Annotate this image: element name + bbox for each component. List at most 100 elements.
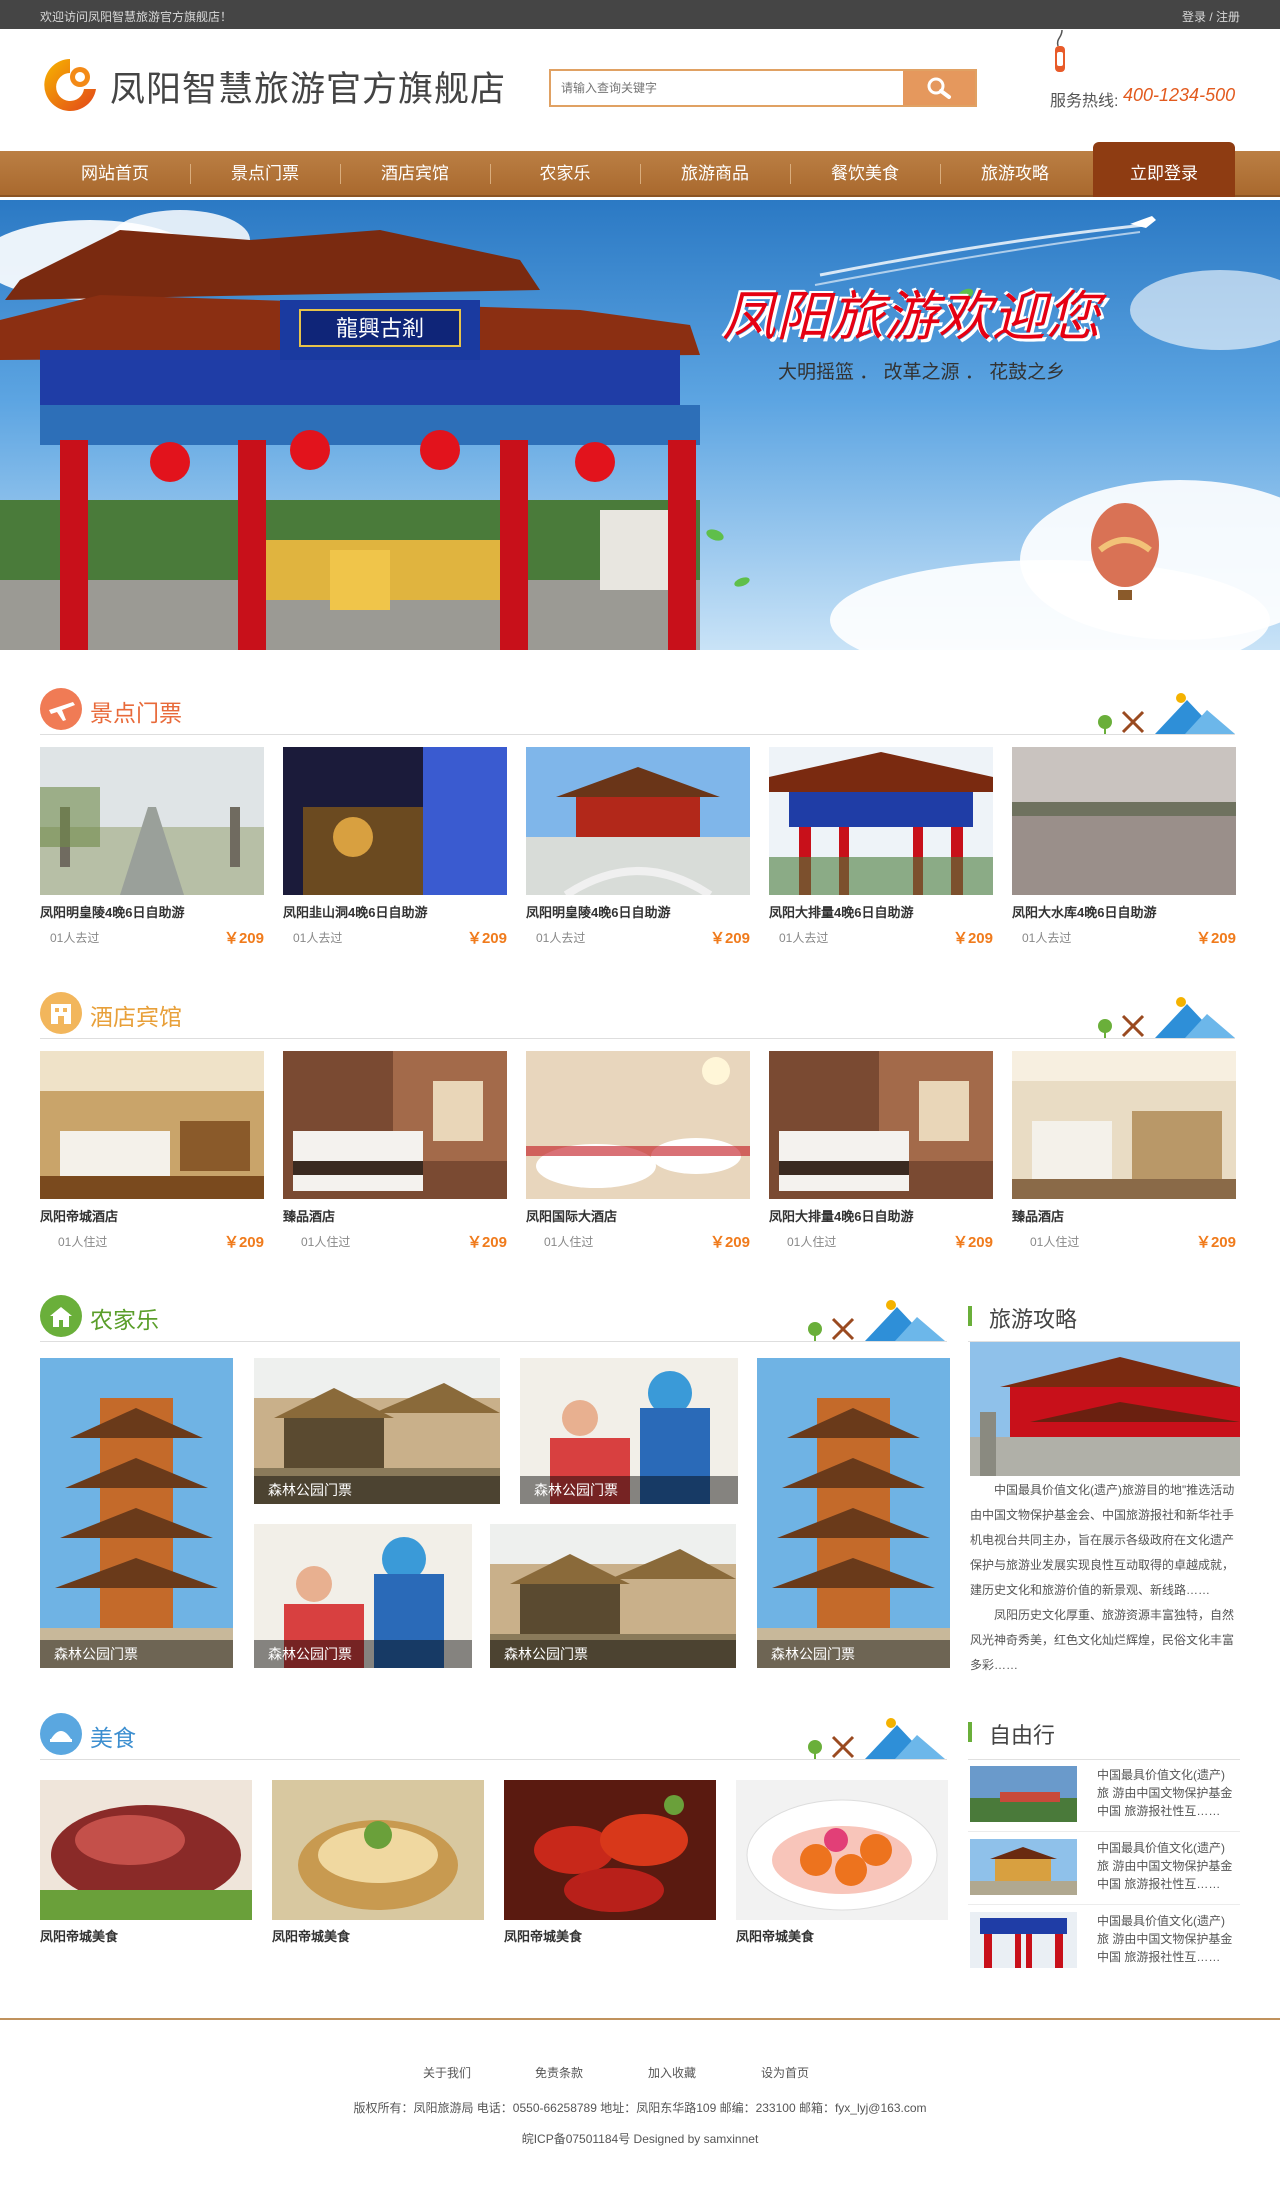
spot-card[interactable]: 凤阳明皇陵4晚6日自助游 01人去过 ￥209 xyxy=(526,747,750,957)
hotel-price: ￥209 xyxy=(709,1234,750,1251)
hotel-card[interactable]: 凤阳帝城酒店 01人住过 ￥209 xyxy=(40,1051,264,1261)
farm-tile[interactable]: 森林公园门票 xyxy=(254,1358,500,1504)
farm-tile[interactable]: 森林公园门票 xyxy=(490,1524,736,1668)
spot-card[interactable]: 凤阳韭山洞4晚6日自助游 01人去过 ￥209 xyxy=(283,747,507,957)
footer-copyright: 版权所有：凤阳旅游局 电话：0550-66258789 地址：凤阳东华路109 … xyxy=(353,2101,927,2115)
hotel-price: ￥209 xyxy=(223,1234,264,1251)
welcome-text: 欢迎访问凤阳智慧旅游官方旗舰店！ xyxy=(40,10,233,24)
food-card[interactable]: 凤阳帝城美食 xyxy=(40,1780,252,1950)
sidebar-accent-bar xyxy=(968,1722,972,1742)
login-now-button[interactable]: 立即登录 xyxy=(1093,142,1235,197)
section-title-text: 农家乐 xyxy=(90,1307,159,1333)
guide-paragraph: 凤阳历史文化厚重、旅游资源丰富独特，自然风光神奇秀美，红色文化灿烂辉煌，民俗文化… xyxy=(970,1608,1235,1672)
footer-link-homepage[interactable]: 设为首页 xyxy=(761,2064,809,2081)
footer-link-disclaimer[interactable]: 免责条款 xyxy=(535,2064,583,2081)
hotel-thumbnail xyxy=(526,1051,750,1199)
spot-card[interactable]: 凤阳大排量4晚6日自助游 01人去过 ￥209 xyxy=(769,747,993,957)
guide-temple-image[interactable] xyxy=(970,1342,1240,1476)
banner-title: 凤阳旅游欢迎您 xyxy=(722,285,1100,348)
nav-farm[interactable]: 农家乐 xyxy=(490,151,640,197)
farm-tile[interactable]: 森林公园门票 xyxy=(40,1358,233,1668)
hotel-card[interactable]: 臻品酒店 01人住过 ￥209 xyxy=(1012,1051,1236,1261)
hotline-label: 服务热线: xyxy=(1050,93,1119,110)
hotel-thumbnail xyxy=(769,1051,993,1199)
scenery-decoration-icon xyxy=(1098,693,1235,734)
farm-caption: 森林公园门票 xyxy=(520,1476,738,1504)
spot-thumbnail xyxy=(40,747,264,895)
free-travel-title: 自由行 xyxy=(989,1723,1056,1748)
hotel-name: 凤阳帝城酒店 xyxy=(40,1209,119,1224)
spot-visited-count: 01人去过 xyxy=(779,931,829,945)
food-card[interactable]: 凤阳帝城美食 xyxy=(504,1780,716,1950)
free-travel-item[interactable]: 中国最具价值文化(遗产) 旅 游由中国文物保护基金 中国 旅游报社性互…… xyxy=(968,1835,1240,1895)
hotline: 服务热线: 400-1234-500 xyxy=(1050,30,1250,120)
food-thumbnail xyxy=(40,1780,252,1920)
nav-tickets[interactable]: 景点门票 xyxy=(190,151,340,197)
gate-plaque-text: 龍興古剎 xyxy=(336,317,424,342)
farm-caption: 森林公园门票 xyxy=(490,1640,736,1668)
food-card[interactable]: 凤阳帝城美食 xyxy=(272,1780,484,1950)
hotel-card[interactable]: 凤阳国际大酒店 01人住过 ￥209 xyxy=(526,1051,750,1261)
nav-home[interactable]: 网站首页 xyxy=(40,151,190,197)
farm-tile[interactable]: 森林公园门票 xyxy=(254,1524,472,1668)
spot-price: ￥209 xyxy=(223,930,264,947)
sidebar-divider xyxy=(968,1759,1240,1760)
search-input[interactable] xyxy=(551,71,903,105)
spot-name: 凤阳明皇陵4晚6日自助游 xyxy=(526,905,671,920)
free-travel-item[interactable]: 中国最具价值文化(遗产) 旅 游由中国文物保护基金 中国 旅游报社性互…… xyxy=(968,1908,1240,1968)
hotel-stayed-count: 01人住过 xyxy=(301,1235,351,1249)
section-divider xyxy=(40,1038,1235,1039)
free-travel-text: 中国最具价值文化(遗产) 旅 游由中国文物保护基金 中国 旅游报社性互…… xyxy=(1097,1841,1233,1891)
food-name: 凤阳帝城美食 xyxy=(272,1929,351,1944)
section-divider xyxy=(40,1759,947,1760)
spot-thumbnail xyxy=(283,747,507,895)
hotel-name: 凤阳国际大酒店 xyxy=(526,1209,618,1224)
item-divider xyxy=(968,1831,1240,1832)
farm-tile[interactable]: 森林公园门票 xyxy=(757,1358,950,1668)
nav-food[interactable]: 餐饮美食 xyxy=(790,151,940,197)
hotel-name: 臻品酒店 xyxy=(283,1209,336,1224)
spot-thumbnail xyxy=(769,747,993,895)
nav-guide[interactable]: 旅游攻略 xyxy=(940,151,1090,197)
section-divider xyxy=(40,734,1235,735)
item-divider xyxy=(968,1904,1240,1905)
scenery-decoration-icon xyxy=(808,1718,945,1759)
sidebar-accent-bar xyxy=(968,1306,972,1326)
spot-price: ￥209 xyxy=(709,930,750,947)
plane-icon xyxy=(40,688,82,730)
food-card[interactable]: 凤阳帝城美食 xyxy=(736,1780,948,1950)
hotel-stayed-count: 01人住过 xyxy=(544,1235,594,1249)
free-travel-thumbnail xyxy=(970,1766,1077,1822)
footer-link-bookmark[interactable]: 加入收藏 xyxy=(648,2064,696,2081)
food-icon xyxy=(40,1713,82,1755)
spot-card[interactable]: 凤阳明皇陵4晚6日自助游 01人去过 ￥209 xyxy=(40,747,264,957)
hotel-card[interactable]: 凤阳大排量4晚6日自助游 01人住过 ￥209 xyxy=(769,1051,993,1261)
section-title-farm: 农家乐 xyxy=(40,1295,440,1339)
spot-card[interactable]: 凤阳大水库4晚6日自助游 01人去过 ￥209 xyxy=(1012,747,1236,957)
section-title-spots: 景点门票 xyxy=(40,688,440,732)
free-travel-item[interactable]: 中国最具价值文化(遗产) 旅 游由中国文物保护基金 中国 旅游报社性互…… xyxy=(968,1762,1240,1822)
spot-thumbnail xyxy=(526,747,750,899)
logo-icon xyxy=(44,59,96,111)
free-travel-text: 中国最具价值文化(遗产) 旅 游由中国文物保护基金 中国 旅游报社性互…… xyxy=(1097,1914,1233,1964)
hotel-price: ￥209 xyxy=(952,1234,993,1251)
site-name: 凤阳智慧旅游官方旗舰店 xyxy=(110,70,507,110)
spot-visited-count: 01人去过 xyxy=(50,931,100,945)
nav-hotels[interactable]: 酒店宾馆 xyxy=(340,151,490,197)
nav-goods[interactable]: 旅游商品 xyxy=(640,151,790,197)
main-nav: 网站首页 景点门票 酒店宾馆 农家乐 旅游商品 餐饮美食 旅游攻略 立即登录 xyxy=(0,142,1280,197)
section-divider xyxy=(40,1341,947,1342)
guide-paragraph: 中国最具价值文化(遗产)旅游目的地"推选活动由中国文物保护基金会、中国旅游报社和… xyxy=(970,1483,1235,1597)
food-thumbnail xyxy=(272,1780,484,1920)
site-logo[interactable]: 凤阳智慧旅游官方旗舰店 xyxy=(40,53,530,119)
section-title-text: 美食 xyxy=(90,1725,136,1751)
spot-name: 凤阳大排量4晚6日自助游 xyxy=(769,905,914,920)
hero-banner[interactable]: 龍興古剎 凤阳旅游欢迎您 大明摇篮 ． 改革之源 ． 花鼓之乡 xyxy=(0,200,1280,650)
login-register-link[interactable]: 登录 / 注册 xyxy=(1182,8,1240,25)
search-button[interactable] xyxy=(903,71,975,105)
search-box xyxy=(549,69,977,107)
footer-link-about[interactable]: 关于我们 xyxy=(423,2064,471,2081)
hotel-card[interactable]: 臻品酒店 01人住过 ￥209 xyxy=(283,1051,507,1261)
farm-house-icon xyxy=(40,1295,82,1337)
farm-tile[interactable]: 森林公园门票 xyxy=(520,1358,738,1504)
